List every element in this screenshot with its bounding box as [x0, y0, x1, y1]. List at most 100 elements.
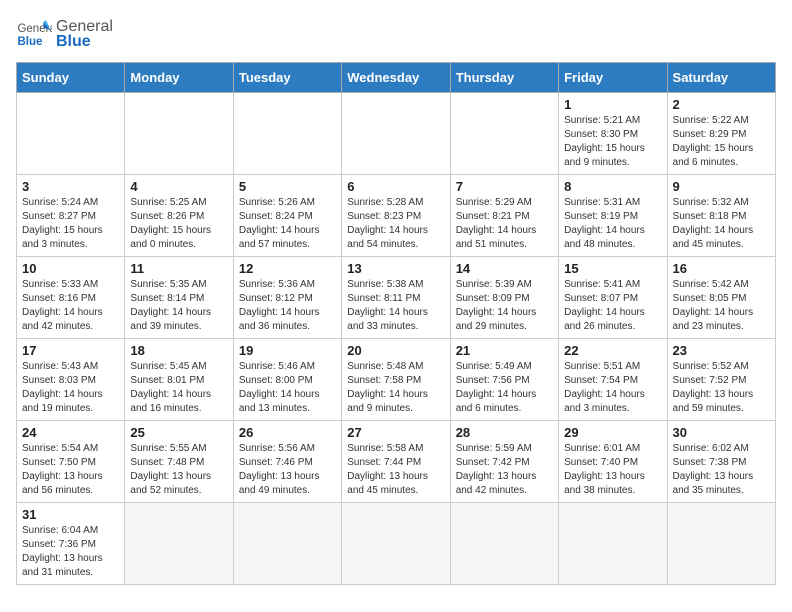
day-info: Sunrise: 5:54 AM Sunset: 7:50 PM Dayligh…	[22, 442, 119, 498]
calendar-cell: 7Sunrise: 5:29 AM Sunset: 8:21 PM Daylig…	[450, 175, 558, 257]
calendar-cell	[342, 93, 450, 175]
day-info: Sunrise: 5:52 AM Sunset: 7:52 PM Dayligh…	[673, 360, 770, 416]
day-number: 29	[564, 425, 661, 440]
calendar-cell: 19Sunrise: 5:46 AM Sunset: 8:00 PM Dayli…	[233, 339, 341, 421]
day-info: Sunrise: 5:25 AM Sunset: 8:26 PM Dayligh…	[130, 196, 227, 252]
calendar-cell: 25 Sunrise: 5:55 AM Sunset: 7:48 PM Dayli…	[125, 421, 233, 503]
weekday-header-monday: Monday	[125, 63, 233, 93]
day-info: Sunrise: 5:39 AM Sunset: 8:09 PM Dayligh…	[456, 278, 553, 334]
calendar-cell: 23 Sunrise: 5:52 AM Sunset: 7:52 PM Dayli…	[667, 339, 775, 421]
day-number: 3	[22, 179, 119, 194]
day-number: 20	[347, 343, 444, 358]
weekday-header-wednesday: Wednesday	[342, 63, 450, 93]
svg-text:Blue: Blue	[17, 36, 43, 48]
day-number: 17	[22, 343, 119, 358]
day-number: 5	[239, 179, 336, 194]
day-number: 16	[673, 261, 770, 276]
calendar-cell: 18 Sunrise: 5:45 AM Sunset: 8:01 PM Dayli…	[125, 339, 233, 421]
calendar-cell: 9Sunrise: 5:32 AM Sunset: 8:18 PM Daylig…	[667, 175, 775, 257]
day-info: Sunrise: 5:26 AM Sunset: 8:24 PM Dayligh…	[239, 196, 336, 252]
day-info: Sunrise: 5:55 AM Sunset: 7:48 PM Dayligh…	[130, 442, 227, 498]
calendar-cell: 31 Sunrise: 6:04 AM Sunset: 7:36 PM Dayli…	[17, 503, 125, 585]
day-info: Sunrise: 5:43 AM Sunset: 8:03 PM Dayligh…	[22, 360, 119, 416]
day-number: 25	[130, 425, 227, 440]
day-number: 1	[564, 97, 661, 112]
day-number: 27	[347, 425, 444, 440]
calendar-week-3: 17 Sunrise: 5:43 AM Sunset: 8:03 PM Dayli…	[17, 339, 776, 421]
day-number: 11	[130, 261, 227, 276]
day-number: 30	[673, 425, 770, 440]
day-info: Sunrise: 5:31 AM Sunset: 8:19 PM Dayligh…	[564, 196, 661, 252]
calendar-cell: 8 Sunrise: 5:31 AM Sunset: 8:19 PM Daylig…	[559, 175, 667, 257]
day-number: 23	[673, 343, 770, 358]
calendar-cell: 16 Sunrise: 5:42 AM Sunset: 8:05 PM Dayli…	[667, 257, 775, 339]
page-header: General Blue General Blue	[16, 16, 776, 52]
calendar-table: SundayMondayTuesdayWednesdayThursdayFrid…	[16, 62, 776, 585]
calendar-cell	[450, 503, 558, 585]
day-number: 6	[347, 179, 444, 194]
calendar-cell: 22Sunrise: 5:51 AM Sunset: 7:54 PM Dayli…	[559, 339, 667, 421]
calendar-cell: 20 Sunrise: 5:48 AM Sunset: 7:58 PM Dayli…	[342, 339, 450, 421]
weekday-header-thursday: Thursday	[450, 63, 558, 93]
calendar-week-4: 24Sunrise: 5:54 AM Sunset: 7:50 PM Dayli…	[17, 421, 776, 503]
day-info: Sunrise: 5:24 AM Sunset: 8:27 PM Dayligh…	[22, 196, 119, 252]
calendar-cell	[342, 503, 450, 585]
day-number: 12	[239, 261, 336, 276]
day-number: 9	[673, 179, 770, 194]
calendar-week-0: 1 Sunrise: 5:21 AM Sunset: 8:30 PM Daylig…	[17, 93, 776, 175]
day-info: Sunrise: 5:51 AM Sunset: 7:54 PM Dayligh…	[564, 360, 661, 416]
day-info: Sunrise: 6:04 AM Sunset: 7:36 PM Dayligh…	[22, 524, 119, 580]
calendar-cell: 17 Sunrise: 5:43 AM Sunset: 8:03 PM Dayli…	[17, 339, 125, 421]
calendar-week-2: 10 Sunrise: 5:33 AM Sunset: 8:16 PM Dayli…	[17, 257, 776, 339]
calendar-cell: 4 Sunrise: 5:25 AM Sunset: 8:26 PM Daylig…	[125, 175, 233, 257]
calendar-cell: 13 Sunrise: 5:38 AM Sunset: 8:11 PM Dayli…	[342, 257, 450, 339]
day-info: Sunrise: 5:36 AM Sunset: 8:12 PM Dayligh…	[239, 278, 336, 334]
calendar-cell: 30Sunrise: 6:02 AM Sunset: 7:38 PM Dayli…	[667, 421, 775, 503]
calendar-cell: 29Sunrise: 6:01 AM Sunset: 7:40 PM Dayli…	[559, 421, 667, 503]
weekday-header-sunday: Sunday	[17, 63, 125, 93]
day-number: 4	[130, 179, 227, 194]
calendar-cell	[17, 93, 125, 175]
day-info: Sunrise: 5:46 AM Sunset: 8:00 PM Dayligh…	[239, 360, 336, 416]
day-number: 31	[22, 507, 119, 522]
calendar-cell: 10 Sunrise: 5:33 AM Sunset: 8:16 PM Dayli…	[17, 257, 125, 339]
day-info: Sunrise: 5:49 AM Sunset: 7:56 PM Dayligh…	[456, 360, 553, 416]
calendar-cell: 6 Sunrise: 5:28 AM Sunset: 8:23 PM Daylig…	[342, 175, 450, 257]
day-info: Sunrise: 5:48 AM Sunset: 7:58 PM Dayligh…	[347, 360, 444, 416]
day-info: Sunrise: 5:45 AM Sunset: 8:01 PM Dayligh…	[130, 360, 227, 416]
day-info: Sunrise: 5:28 AM Sunset: 8:23 PM Dayligh…	[347, 196, 444, 252]
calendar-week-1: 3 Sunrise: 5:24 AM Sunset: 8:27 PM Daylig…	[17, 175, 776, 257]
day-number: 10	[22, 261, 119, 276]
calendar-cell: 3 Sunrise: 5:24 AM Sunset: 8:27 PM Daylig…	[17, 175, 125, 257]
day-info: Sunrise: 5:42 AM Sunset: 8:05 PM Dayligh…	[673, 278, 770, 334]
day-info: Sunrise: 5:41 AM Sunset: 8:07 PM Dayligh…	[564, 278, 661, 334]
calendar-cell: 11 Sunrise: 5:35 AM Sunset: 8:14 PM Dayli…	[125, 257, 233, 339]
day-number: 7	[456, 179, 553, 194]
calendar-cell	[450, 93, 558, 175]
calendar-cell: 27 Sunrise: 5:58 AM Sunset: 7:44 PM Dayli…	[342, 421, 450, 503]
day-number: 2	[673, 97, 770, 112]
day-info: Sunrise: 5:33 AM Sunset: 8:16 PM Dayligh…	[22, 278, 119, 334]
calendar-cell	[233, 93, 341, 175]
day-number: 26	[239, 425, 336, 440]
calendar-cell: 15Sunrise: 5:41 AM Sunset: 8:07 PM Dayli…	[559, 257, 667, 339]
day-info: Sunrise: 5:59 AM Sunset: 7:42 PM Dayligh…	[456, 442, 553, 498]
calendar-cell	[233, 503, 341, 585]
calendar-cell: 5 Sunrise: 5:26 AM Sunset: 8:24 PM Daylig…	[233, 175, 341, 257]
day-info: Sunrise: 5:38 AM Sunset: 8:11 PM Dayligh…	[347, 278, 444, 334]
weekday-header-saturday: Saturday	[667, 63, 775, 93]
day-number: 8	[564, 179, 661, 194]
weekday-header-row: SundayMondayTuesdayWednesdayThursdayFrid…	[17, 63, 776, 93]
day-info: Sunrise: 5:58 AM Sunset: 7:44 PM Dayligh…	[347, 442, 444, 498]
calendar-cell	[667, 503, 775, 585]
weekday-header-friday: Friday	[559, 63, 667, 93]
day-number: 14	[456, 261, 553, 276]
calendar-week-5: 31 Sunrise: 6:04 AM Sunset: 7:36 PM Dayli…	[17, 503, 776, 585]
day-info: Sunrise: 5:35 AM Sunset: 8:14 PM Dayligh…	[130, 278, 227, 334]
day-number: 21	[456, 343, 553, 358]
day-number: 18	[130, 343, 227, 358]
logo: General Blue General Blue	[16, 16, 113, 52]
logo-icon: General Blue	[16, 16, 52, 52]
day-number: 13	[347, 261, 444, 276]
day-info: Sunrise: 5:21 AM Sunset: 8:30 PM Dayligh…	[564, 114, 661, 170]
